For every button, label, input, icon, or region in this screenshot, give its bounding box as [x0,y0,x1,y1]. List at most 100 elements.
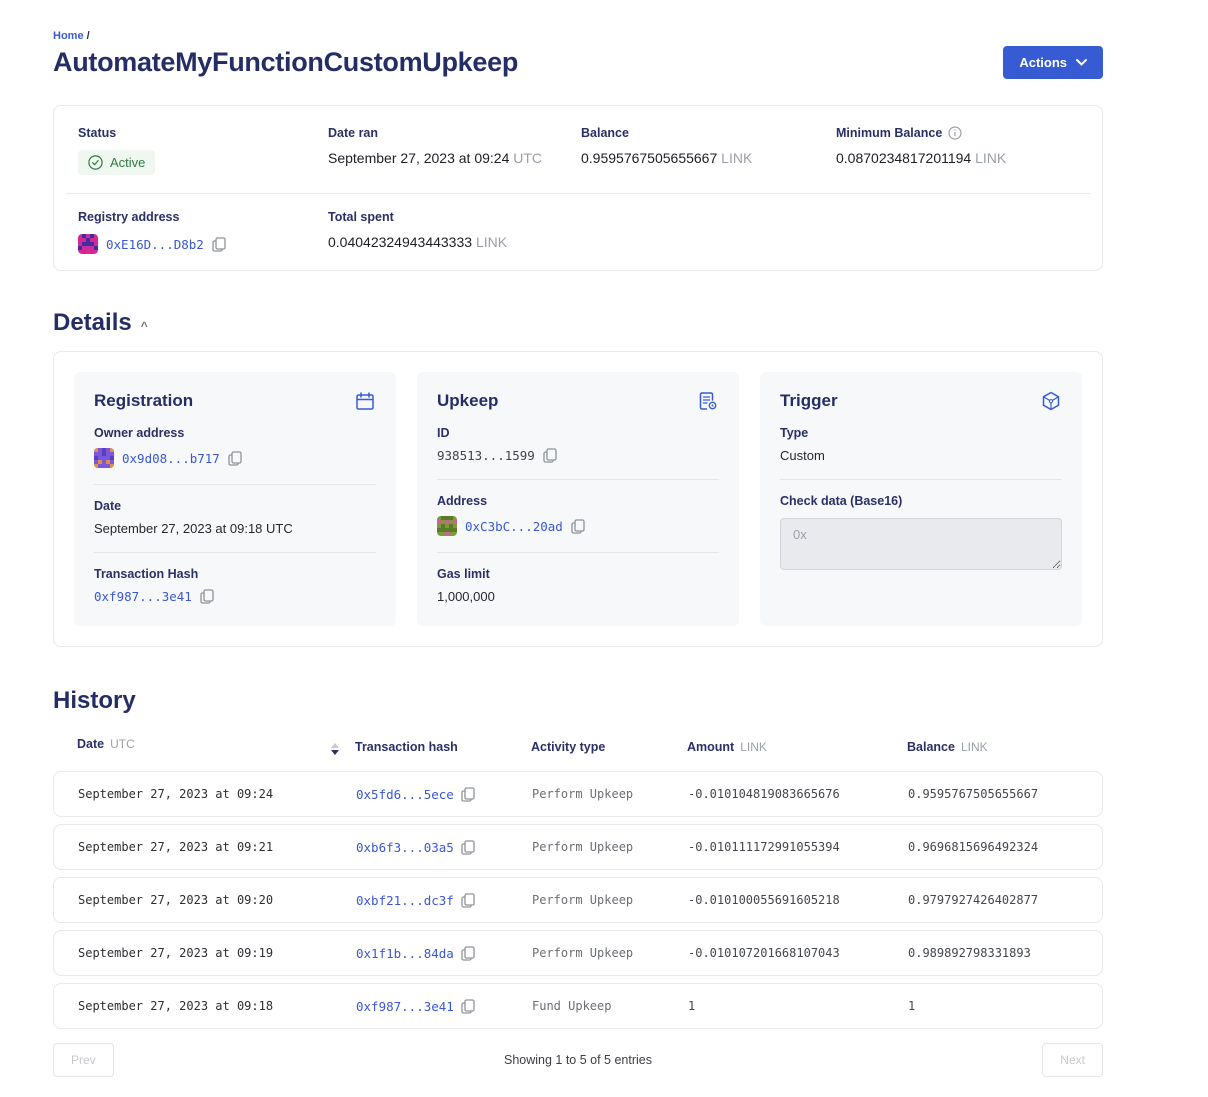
breadcrumb: Home/ [53,30,1103,42]
chevron-down-icon [1076,59,1087,66]
row-balance: 0.9595767505655667 [908,787,1078,801]
row-amount: -0.010107201668107043 [688,946,908,960]
row-activity: Perform Upkeep [532,787,688,801]
row-tx-link[interactable]: 0xb6f3...03a5 [356,840,454,855]
page-container: Home/ AutomateMyFunctionCustomUpkeep Act… [53,30,1103,1097]
collapse-details-chevron[interactable]: ^ [141,320,148,332]
transaction-hash-label: Transaction Hash [94,567,376,581]
total-spent-label: Total spent [328,210,581,224]
copy-icon[interactable] [461,999,475,1014]
table-row: September 27, 2023 at 09:24 0x5fd6...5ec… [53,771,1103,817]
actions-button[interactable]: Actions [1003,46,1103,79]
table-row: September 27, 2023 at 09:18 0xf987...3e4… [53,983,1103,1029]
copy-icon[interactable] [461,787,475,802]
row-date: September 27, 2023 at 09:24 [78,787,356,801]
col-balance-unit: LINK [961,740,988,754]
registration-title: Registration [94,391,193,411]
owner-address-link[interactable]: 0x9d08...b717 [122,451,220,466]
copy-icon[interactable] [212,237,226,252]
min-balance-field: Minimum Balance 0.0870234817201194 LINK [836,126,1078,175]
registry-address-label: Registry address [78,210,328,224]
row-date: September 27, 2023 at 09:18 [78,999,356,1013]
col-date-label: Date [77,737,104,751]
row-amount: -0.010104819083665676 [688,787,908,801]
row-tx-link[interactable]: 0x1f1b...84da [356,946,454,961]
pagination: Prev Showing 1 to 5 of 5 entries Next [53,1043,1103,1077]
upkeep-id-label: ID [437,426,719,440]
divider [780,479,1062,480]
row-date: September 27, 2023 at 09:21 [78,840,356,854]
col-date-unit: UTC [110,737,135,751]
copy-icon[interactable] [461,946,475,961]
next-button[interactable]: Next [1042,1043,1103,1077]
balance-label: Balance [581,126,836,140]
copy-icon[interactable] [461,840,475,855]
row-amount: 1 [688,999,908,1013]
history-table-header: Date UTC Transaction hash Activity type … [53,737,1103,757]
row-tx-link[interactable]: 0x5fd6...5ece [356,787,454,802]
upkeep-card: Upkeep ID 938513...1599 Address 0xC3bC..… [417,372,739,626]
table-row: September 27, 2023 at 09:20 0xbf21...dc3… [53,877,1103,923]
col-balance-label: Balance [907,740,955,754]
divider [94,484,376,485]
row-tx-link[interactable]: 0xf987...3e41 [356,999,454,1014]
copy-icon[interactable] [571,519,585,534]
upkeep-id-value: 938513...1599 [437,448,535,463]
row-activity: Perform Upkeep [532,840,688,854]
row-activity: Perform Upkeep [532,946,688,960]
owner-blockie-icon [94,448,114,468]
registration-date-label: Date [94,499,376,513]
check-data-input[interactable] [780,518,1062,570]
divider [94,552,376,553]
status-label: Status [78,126,328,140]
status-badge-label: Active [110,155,145,170]
prev-button[interactable]: Prev [53,1043,114,1077]
balance-value: 0.9595767505655667 [581,150,717,166]
total-spent-value: 0.04042324943443333 [328,234,472,250]
gas-limit-label: Gas limit [437,567,719,581]
breadcrumb-home-link[interactable]: Home [53,30,84,42]
trigger-title: Trigger [780,391,838,411]
divider [437,552,719,553]
divider [437,479,719,480]
breadcrumb-separator: / [87,30,90,42]
row-balance: 1 [908,999,1078,1013]
total-spent-unit: LINK [476,234,507,250]
total-spent-field: Total spent 0.04042324943443333 LINK [328,210,581,254]
check-circle-icon [88,155,103,170]
copy-icon[interactable] [543,448,557,463]
row-amount: -0.010111172991055394 [688,840,908,854]
registration-tx-link[interactable]: 0xf987...3e41 [94,589,192,604]
check-data-label: Check data (Base16) [780,494,1062,508]
row-activity: Perform Upkeep [532,893,688,907]
copy-icon[interactable] [200,589,214,604]
upkeep-address-link[interactable]: 0xC3bC...20ad [465,519,563,534]
trigger-card: Trigger Type Custom Check data (Base16) [760,372,1082,626]
status-badge: Active [78,150,155,175]
upkeep-address-label: Address [437,494,719,508]
upkeep-blockie-icon [437,516,457,536]
table-row: September 27, 2023 at 09:21 0xb6f3...03a… [53,824,1103,870]
min-balance-unit: LINK [975,150,1006,166]
registry-address-link[interactable]: 0xE16D...D8b2 [106,237,204,252]
info-icon[interactable] [948,126,962,140]
cube-icon [1040,390,1062,412]
upkeep-title: Upkeep [437,391,498,411]
table-row: September 27, 2023 at 09:19 0x1f1b...84d… [53,930,1103,976]
col-activity-label: Activity type [531,740,605,754]
actions-button-label: Actions [1019,55,1067,70]
registration-date-value: September 27, 2023 at 09:18 UTC [94,521,376,536]
owner-address-label: Owner address [94,426,376,440]
copy-icon[interactable] [228,451,242,466]
trigger-type-value: Custom [780,448,1062,463]
pagination-summary: Showing 1 to 5 of 5 entries [504,1053,652,1067]
row-balance: 0.989892798331893 [908,946,1078,960]
date-ran-suffix: UTC [513,150,542,166]
copy-icon[interactable] [461,893,475,908]
row-tx-link[interactable]: 0xbf21...dc3f [356,893,454,908]
summary-divider [66,193,1090,194]
date-ran-label: Date ran [328,126,581,140]
min-balance-label: Minimum Balance [836,126,942,140]
sort-icon[interactable] [329,741,341,757]
page-title: AutomateMyFunctionCustomUpkeep [53,47,518,78]
